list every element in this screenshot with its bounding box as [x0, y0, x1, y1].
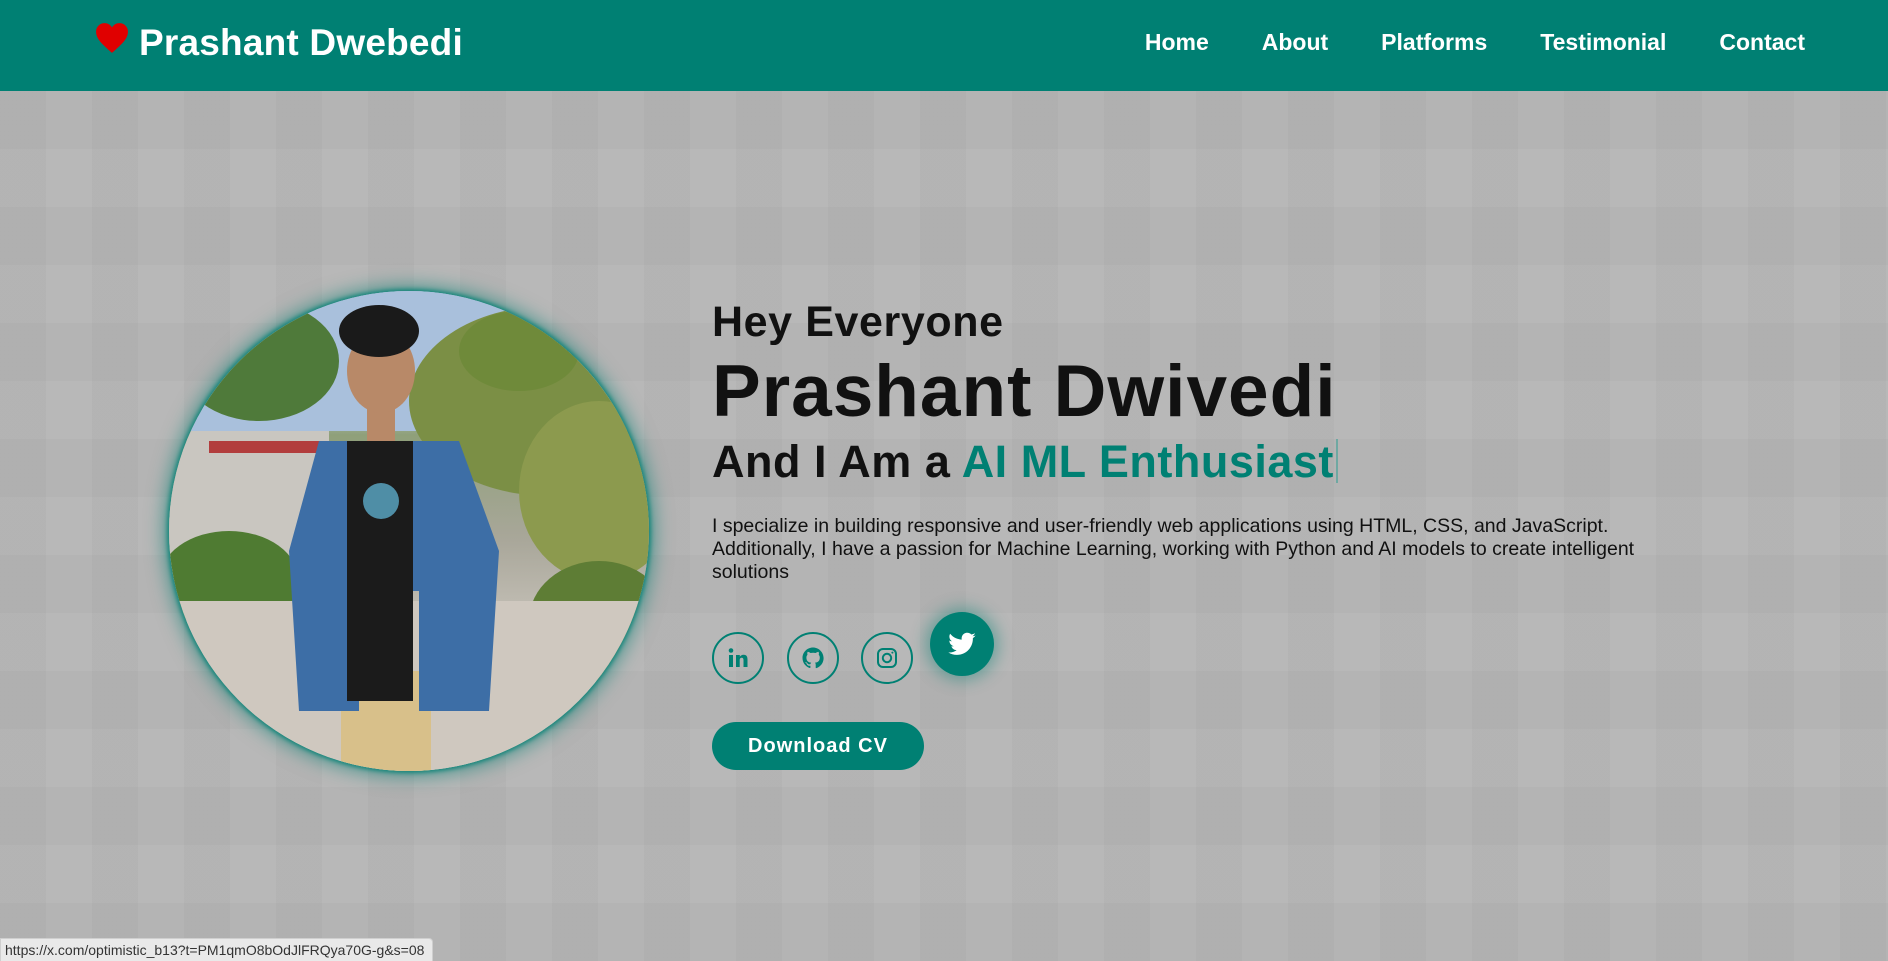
linkedin-icon	[728, 648, 748, 667]
role-typed-text: AI ML Enthusiast	[961, 436, 1334, 487]
hero-intro: Hey Everyone Prashant Dwivedi And I Am a…	[712, 296, 1672, 584]
profile-photo-illustration	[169, 291, 649, 771]
brand-name: Prashant Dwebedi	[139, 22, 463, 63]
twitter-link[interactable]	[930, 612, 994, 676]
role-prefix: And I Am a	[712, 436, 962, 487]
hero-role: And I Am a AI ML Enthusiast	[712, 434, 1672, 490]
twitter-icon	[948, 632, 976, 655]
greeting-text: Hey Everyone	[712, 298, 1004, 346]
typing-cursor	[1335, 439, 1338, 483]
github-link[interactable]	[787, 632, 839, 684]
social-links	[712, 612, 1032, 712]
nav-about-link[interactable]: About	[1262, 29, 1328, 56]
download-cv-button[interactable]: Download CV	[712, 722, 924, 770]
nav-contact-link[interactable]: Contact	[1719, 29, 1805, 56]
linkedin-link[interactable]	[712, 632, 764, 684]
instagram-icon	[877, 648, 897, 668]
nav-platforms-link[interactable]: Platforms	[1381, 29, 1487, 56]
github-icon	[802, 647, 824, 669]
brand-logo-link[interactable]: Prashant Dwebedi	[95, 22, 463, 64]
nav-home-link[interactable]: Home	[1145, 29, 1209, 56]
nav-testimonial-link[interactable]: Testimonial	[1540, 29, 1666, 56]
instagram-link[interactable]	[861, 632, 913, 684]
profile-photo	[169, 291, 649, 771]
heart-icon	[96, 23, 128, 53]
hero-name: Prashant Dwivedi	[712, 351, 1337, 432]
status-bar-url: https://x.com/optimistic_b13?t=PM1qmO8bO…	[0, 938, 434, 961]
main-nav: Home About Platforms Testimonial Contact	[1092, 29, 1805, 56]
bio-paragraph: I specialize in building responsive and …	[712, 515, 1635, 583]
site-header: Prashant Dwebedi Home About Platforms Te…	[0, 0, 1888, 91]
